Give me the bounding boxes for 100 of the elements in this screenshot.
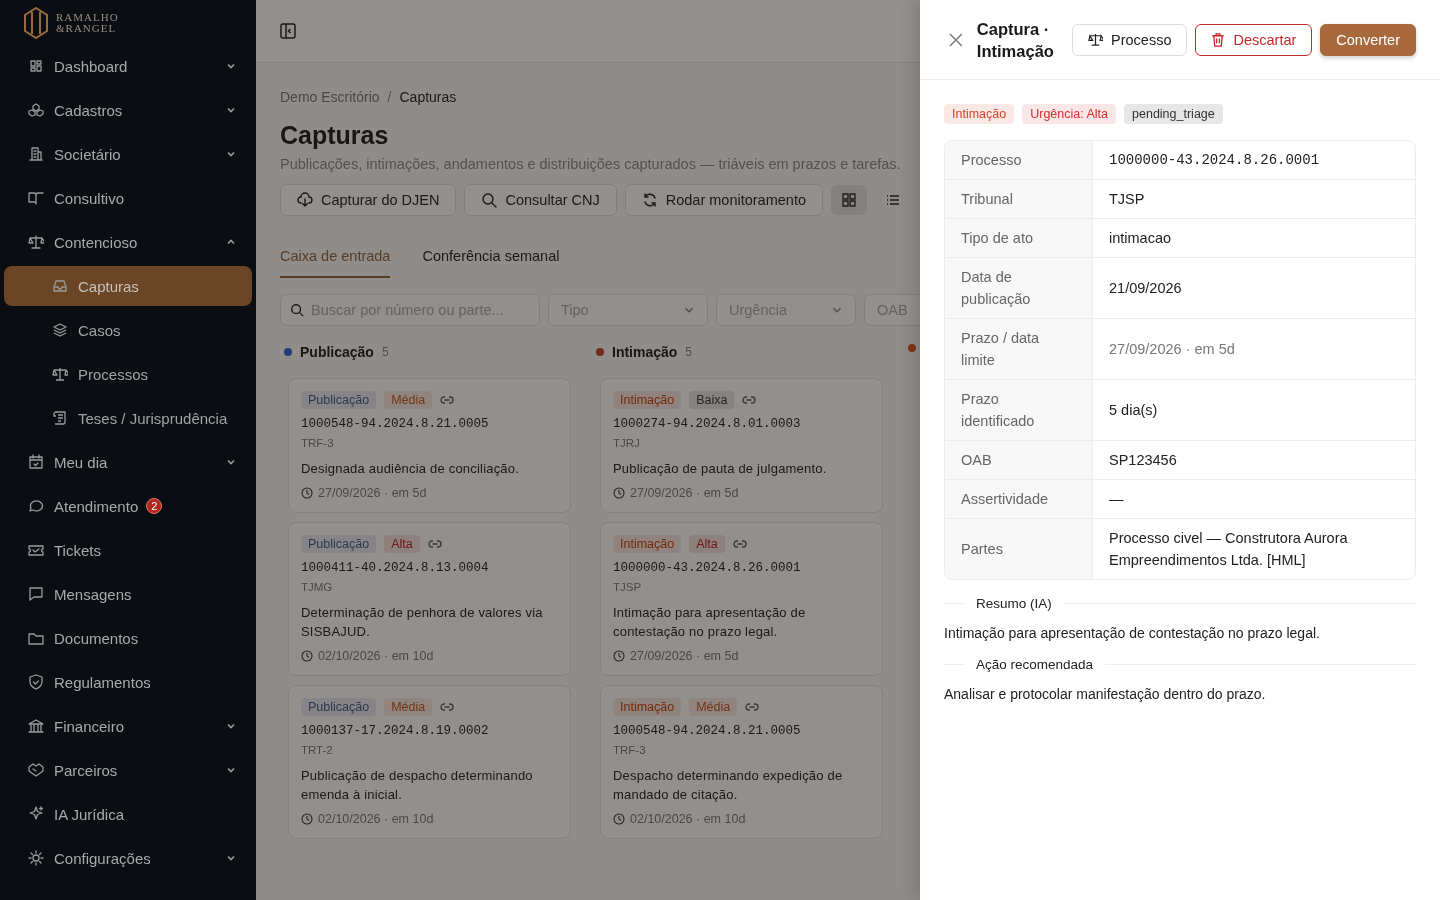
sidebar-item[interactable]: Financeiro xyxy=(0,704,256,748)
card-description: Designada audiência de conciliação. xyxy=(301,460,521,478)
menu-icon xyxy=(52,366,68,382)
link-icon[interactable] xyxy=(440,395,455,405)
sidebar-item[interactable]: Atendimento 2 xyxy=(0,484,256,528)
sidebar-item[interactable]: Configurações xyxy=(0,836,256,880)
section-heading: Ação recomendada xyxy=(976,657,1094,672)
sidebar-item[interactable]: Cadastros xyxy=(0,88,256,132)
cloud-download-icon xyxy=(297,192,313,208)
due-date: 02/10/2026 · em 10d xyxy=(318,649,434,663)
clock-icon xyxy=(301,650,313,662)
sidebar-item[interactable]: Parceiros xyxy=(0,748,256,792)
menu-icon xyxy=(28,102,44,118)
menu-icon xyxy=(28,718,44,734)
capture-card[interactable]: Intimação Alta 1000000-43.2024.8.26.0001 TJSP Intimação para apresentação de contestação no prazo legal. 27/09/2026 · em 5d xyxy=(600,522,883,676)
sidebar-subitem[interactable]: Processos xyxy=(4,354,252,394)
clock-icon xyxy=(301,813,313,825)
card-description: Publicação de pauta de julgamento. xyxy=(613,460,828,478)
process-number: 1000137-17.2024.8.19.0002 xyxy=(301,724,490,738)
sidebar-item[interactable]: IA Jurídica xyxy=(0,792,256,836)
capture-card[interactable]: Intimação Média 1000548-94.2024.8.21.0005 TRF-3 Despacho determinando expedição de mandado de citação. 02/10/2026 · em 10d xyxy=(600,685,883,839)
capture-card[interactable]: Publicação Alta 1000411-40.2024.8.13.0004 TJMG Determinação de penhora de valores via SISBAJUD. 02/10/2026 · em 10d xyxy=(288,522,571,676)
court-label: TJRJ xyxy=(613,437,641,449)
list-icon xyxy=(886,193,900,207)
field-value: TJSP xyxy=(1108,190,1146,209)
menu-icon xyxy=(28,850,44,866)
card-description: Publicação de despacho determinando emenda à inicial. xyxy=(301,767,534,804)
court-label: TRF-3 xyxy=(301,437,335,449)
menu-icon xyxy=(28,58,44,74)
due-date: 02/10/2026 · em 10d xyxy=(630,812,746,826)
page-subtitle: Publicações, intimações, andamentos e distribuições capturados — triáveis em prazos e tarefas. xyxy=(280,156,901,172)
field-label: Tribunal xyxy=(945,180,1093,218)
action-button[interactable]: Consultar CNJ xyxy=(464,184,617,216)
court-label: TRF-3 xyxy=(613,744,647,756)
field-value: Processo civel — Construtora Aurora Empreendimentos Ltda. [HML] xyxy=(1108,529,1349,570)
action-button[interactable]: Rodar monitoramento xyxy=(624,184,823,216)
status-dot xyxy=(284,348,292,356)
menu-icon xyxy=(28,146,44,162)
court-label: TRT-2 xyxy=(301,744,334,756)
breadcrumb-current: Capturas xyxy=(399,89,457,105)
sidebar-item[interactable]: Societário xyxy=(0,132,256,176)
menu-icon xyxy=(28,454,44,470)
discard-button[interactable]: Descartar xyxy=(1195,23,1313,56)
page-title: Capturas xyxy=(280,121,390,150)
sidebar-subitem[interactable]: Casos xyxy=(4,310,252,350)
sidebar-item[interactable]: Documentos xyxy=(0,616,256,660)
sidebar-item[interactable]: Mensagens xyxy=(0,572,256,616)
sidebar-subitem[interactable]: Teses / Jurisprudência xyxy=(4,398,252,438)
sidebar-item[interactable]: Consultivo xyxy=(0,176,256,220)
clock-icon xyxy=(613,813,625,825)
section-text: Intimação para apresentação de contestação no prazo legal. xyxy=(944,625,1321,641)
sidebar-item[interactable]: Contencioso xyxy=(0,220,256,264)
column-count: 5 xyxy=(685,345,693,359)
field-label: Assertividade xyxy=(945,480,1093,518)
capture-card[interactable]: Publicação Média 1000137-17.2024.8.19.0002 TRT-2 Publicação de despacho determinando emenda à inicial. 02/10/2026 · em 10d xyxy=(288,685,571,839)
due-date: 27/09/2026 · em 5d xyxy=(630,486,739,500)
scales-icon xyxy=(1088,32,1103,47)
tab[interactable]: Conferência semanal xyxy=(422,248,560,278)
convert-button[interactable]: Converter xyxy=(1320,23,1416,56)
link-icon[interactable] xyxy=(732,539,747,549)
menu-icon xyxy=(28,806,44,822)
process-number: 1000000-43.2024.8.26.0001 xyxy=(613,561,802,575)
menu-icon xyxy=(52,322,68,338)
refresh-icon xyxy=(641,192,658,208)
view-toggle-button[interactable] xyxy=(831,185,867,215)
field-label: Processo xyxy=(945,141,1093,179)
menu-icon xyxy=(52,410,68,426)
menu-icon xyxy=(28,762,44,778)
link-icon[interactable] xyxy=(427,539,442,549)
card-description: Despacho determinando expedição de mandado de citação. xyxy=(613,767,844,804)
due-date: 27/09/2026 · em 5d xyxy=(630,649,739,663)
column-title: Intimação xyxy=(612,344,678,360)
field-value: intimacao xyxy=(1108,229,1173,248)
close-icon[interactable] xyxy=(949,32,963,47)
link-icon[interactable] xyxy=(745,702,760,712)
grid-icon xyxy=(842,193,856,207)
section-text: Analisar e protocolar manifestação dentro do prazo. xyxy=(944,686,1267,702)
field-value: — xyxy=(1108,490,1125,509)
breadcrumb-separator: / xyxy=(387,89,392,105)
field-value: SP123456 xyxy=(1108,451,1178,470)
link-icon[interactable] xyxy=(742,395,757,405)
capture-card[interactable]: Publicação Média 1000548-94.2024.8.21.0005 TRF-3 Designada audiência de conciliação. 27/09/2026 · em 5d xyxy=(288,378,571,513)
sidebar-item[interactable]: Tickets xyxy=(0,528,256,572)
field-value: 21/09/2026 xyxy=(1108,279,1183,298)
link-icon[interactable] xyxy=(440,702,455,712)
clock-icon xyxy=(613,650,625,662)
field-value: 5 dia(s) xyxy=(1108,401,1159,420)
logo-text: RAMALHO xyxy=(56,12,119,23)
action-button[interactable]: Capturar do DJEN xyxy=(280,184,457,216)
menu-icon xyxy=(28,190,44,206)
sidebar-subitem[interactable]: Capturas xyxy=(4,266,252,306)
sidebar-item[interactable]: Dashboard xyxy=(0,44,256,88)
sidebar-toggle-icon[interactable] xyxy=(279,22,297,40)
capture-card[interactable]: Intimação Baixa 1000274-94.2024.8.01.0003 TJRJ Publicação de pauta de julgamento. 27/09/2026 · em 5d xyxy=(600,378,883,513)
process-button[interactable]: Processo xyxy=(1072,23,1188,56)
menu-icon xyxy=(52,278,68,294)
sidebar-item[interactable]: Meu dia xyxy=(0,440,256,484)
sidebar-item[interactable]: Regulamentos xyxy=(0,660,256,704)
process-number: 1000548-94.2024.8.21.0005 xyxy=(613,724,802,738)
clock-icon xyxy=(613,487,625,499)
